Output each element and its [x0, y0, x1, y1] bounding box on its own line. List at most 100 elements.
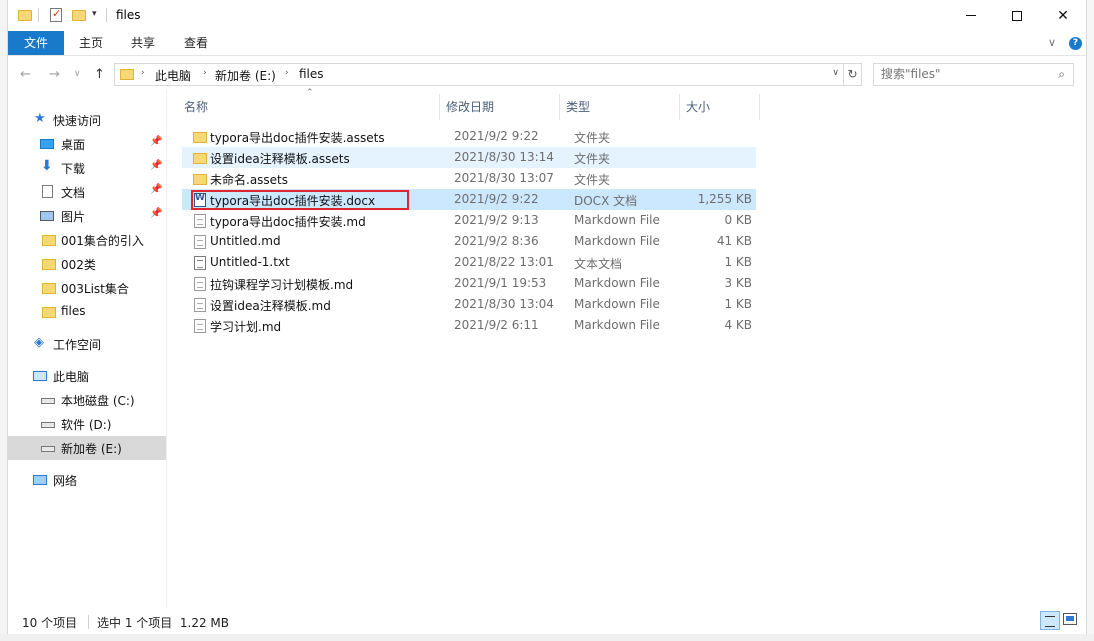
search-box[interactable]: ⌕ [873, 63, 1074, 86]
pin-icon: 📌 [150, 160, 163, 171]
refresh-button[interactable]: ↻ [844, 63, 862, 86]
breadcrumb-this-pc[interactable]: 此电脑 [155, 67, 191, 84]
column-header-date[interactable]: 修改日期 [446, 98, 558, 122]
column-header-type[interactable]: 类型 [566, 98, 678, 122]
file-row[interactable]: typora导出doc插件安装.md 2021/9/2 9:13 Markdow… [182, 210, 756, 231]
sidebar-item-drive-c[interactable]: 本地磁盘 (C:) [8, 388, 166, 412]
file-date: 2021/9/1 19:53 [454, 276, 547, 290]
sidebar-item-label: 001集合的引入 [61, 234, 144, 248]
column-separator[interactable] [559, 94, 560, 120]
file-type: 文件夹 [574, 131, 611, 145]
file-type: Markdown File [574, 234, 660, 248]
file-size: 1 KB [724, 255, 752, 269]
picture-icon [40, 211, 54, 221]
file-size: 3 KB [724, 276, 752, 290]
sidebar-item-desktop[interactable]: 桌面 📌 [8, 132, 166, 156]
file-date: 2021/8/30 13:07 [454, 171, 554, 185]
sidebar-item-workspace[interactable]: ◈ 工作空间 [8, 332, 166, 356]
sidebar-item-this-pc[interactable]: 此电脑 [8, 364, 166, 388]
folder-icon [120, 69, 134, 80]
file-row[interactable]: typora导出doc插件安装.assets 2021/9/2 9:22 文件夹 [182, 126, 756, 147]
tab-file[interactable]: 文件 [8, 31, 64, 55]
file-row[interactable]: Untitled.md 2021/9/2 8:36 Markdown File … [182, 231, 756, 252]
recent-locations-icon[interactable]: ∨ [74, 69, 81, 79]
forward-arrow-icon[interactable]: → [49, 67, 60, 82]
sidebar-item-files[interactable]: files [8, 300, 166, 324]
file-row[interactable]: 设置idea注释模板.assets 2021/8/30 13:14 文件夹 [182, 147, 756, 168]
file-name: 设置idea注释模板.assets [210, 152, 350, 166]
sidebar-item-folder-002[interactable]: 002类 [8, 252, 166, 276]
star-icon: ★ [34, 111, 46, 126]
tab-view[interactable]: 查看 [174, 31, 218, 55]
file-row[interactable]: 学习计划.md 2021/9/2 6:11 Markdown File 4 KB [182, 315, 756, 336]
sidebar-item-pictures[interactable]: 图片 📌 [8, 204, 166, 228]
file-date: 2021/9/2 6:11 [454, 318, 539, 332]
background-bottom-edge [0, 634, 1094, 641]
sidebar-item-drive-d[interactable]: 软件 (D:) [8, 412, 166, 436]
file-type: DOCX 文档 [574, 194, 638, 208]
file-size: 0 KB [724, 213, 752, 227]
chevron-down-icon[interactable]: ∨ [832, 68, 839, 78]
folder-icon [193, 132, 207, 143]
minimize-icon [966, 15, 976, 16]
column-separator[interactable] [679, 94, 680, 120]
file-row[interactable]: 未命名.assets 2021/8/30 13:07 文件夹 [182, 168, 756, 189]
minimize-button[interactable] [948, 0, 994, 31]
separator [88, 615, 89, 629]
sidebar-item-label: 工作空间 [53, 338, 102, 352]
file-row[interactable]: 拉钩课程学习计划模板.md 2021/9/1 19:53 Markdown Fi… [182, 273, 756, 294]
sidebar-item-folder-001[interactable]: 001集合的引入 [8, 228, 166, 252]
file-name: 未命名.assets [210, 173, 289, 187]
breadcrumb-drive-e[interactable]: 新加卷 (E:) [215, 67, 276, 84]
up-arrow-icon[interactable]: ↑ [94, 67, 105, 82]
large-icons-view-icon[interactable] [1063, 613, 1077, 625]
sidebar-item-folder-003[interactable]: 003List集合 [8, 276, 166, 300]
properties-icon[interactable] [50, 7, 62, 22]
pin-icon: 📌 [150, 184, 163, 195]
chevron-right-icon[interactable]: › [203, 68, 207, 78]
column-header-name[interactable]: 名称 [184, 98, 440, 122]
sidebar-item-drive-e[interactable]: 新加卷 (E:) [8, 436, 166, 460]
new-folder-icon[interactable] [72, 10, 86, 21]
chevron-right-icon[interactable]: › [141, 68, 145, 78]
tab-share[interactable]: 共享 [120, 31, 166, 55]
sidebar-item-documents[interactable]: 文档 📌 [8, 180, 166, 204]
word-document-icon [194, 193, 206, 207]
expand-ribbon-icon[interactable]: ∨ [1048, 36, 1056, 49]
selection-info: 选中 1 个项目 1.22 MB [97, 616, 230, 630]
address-bar[interactable]: › 此电脑 › 新加卷 (E:) › files ∨ [114, 63, 844, 86]
column-label: 类型 [566, 100, 591, 114]
status-bar: 10 个项目 选中 1 个项目 1.22 MB [8, 608, 1086, 634]
sidebar-item-quick-access[interactable]: ★ 快速访问 [8, 108, 166, 132]
column-separator[interactable] [759, 94, 760, 120]
file-name: typora导出doc插件安装.docx [210, 194, 376, 208]
sidebar-item-downloads[interactable]: ⬇ 下载 📌 [8, 156, 166, 180]
file-row[interactable]: typora导出doc插件安装.docx 2021/9/2 9:22 DOCX … [182, 189, 756, 210]
file-name: 拉钩课程学习计划模板.md [210, 278, 354, 292]
search-input[interactable] [881, 67, 1041, 81]
pane-divider[interactable] [166, 90, 167, 608]
drive-icon [41, 398, 55, 404]
tab-home[interactable]: 主页 [66, 31, 116, 55]
file-type: Markdown File [574, 276, 660, 290]
file-name: 设置idea注释模板.md [210, 299, 331, 313]
customize-quick-access-icon[interactable]: ▾ [92, 9, 97, 26]
file-type: 文本文档 [574, 257, 623, 271]
chevron-right-icon[interactable]: › [285, 68, 289, 78]
maximize-button[interactable] [994, 0, 1040, 31]
refresh-icon: ↻ [847, 67, 858, 81]
column-header-size[interactable]: 大小 [686, 98, 762, 122]
folder-icon [193, 153, 207, 164]
close-button[interactable]: ✕ [1040, 0, 1086, 31]
file-row[interactable]: Untitled-1.txt 2021/8/22 13:01 文本文档 1 KB [182, 252, 756, 273]
desktop-icon [40, 139, 54, 149]
sidebar-item-label: 图片 [61, 210, 86, 224]
file-size: 4 KB [724, 318, 752, 332]
sidebar-item-network[interactable]: 网络 [8, 468, 166, 492]
details-view-icon[interactable] [1040, 611, 1060, 630]
breadcrumb-files[interactable]: files [299, 67, 324, 81]
back-arrow-icon[interactable]: ← [20, 67, 31, 82]
file-row[interactable]: 设置idea注释模板.md 2021/8/30 13:04 Markdown F… [182, 294, 756, 315]
column-separator[interactable] [439, 94, 440, 120]
help-icon[interactable]: ? [1069, 37, 1082, 50]
